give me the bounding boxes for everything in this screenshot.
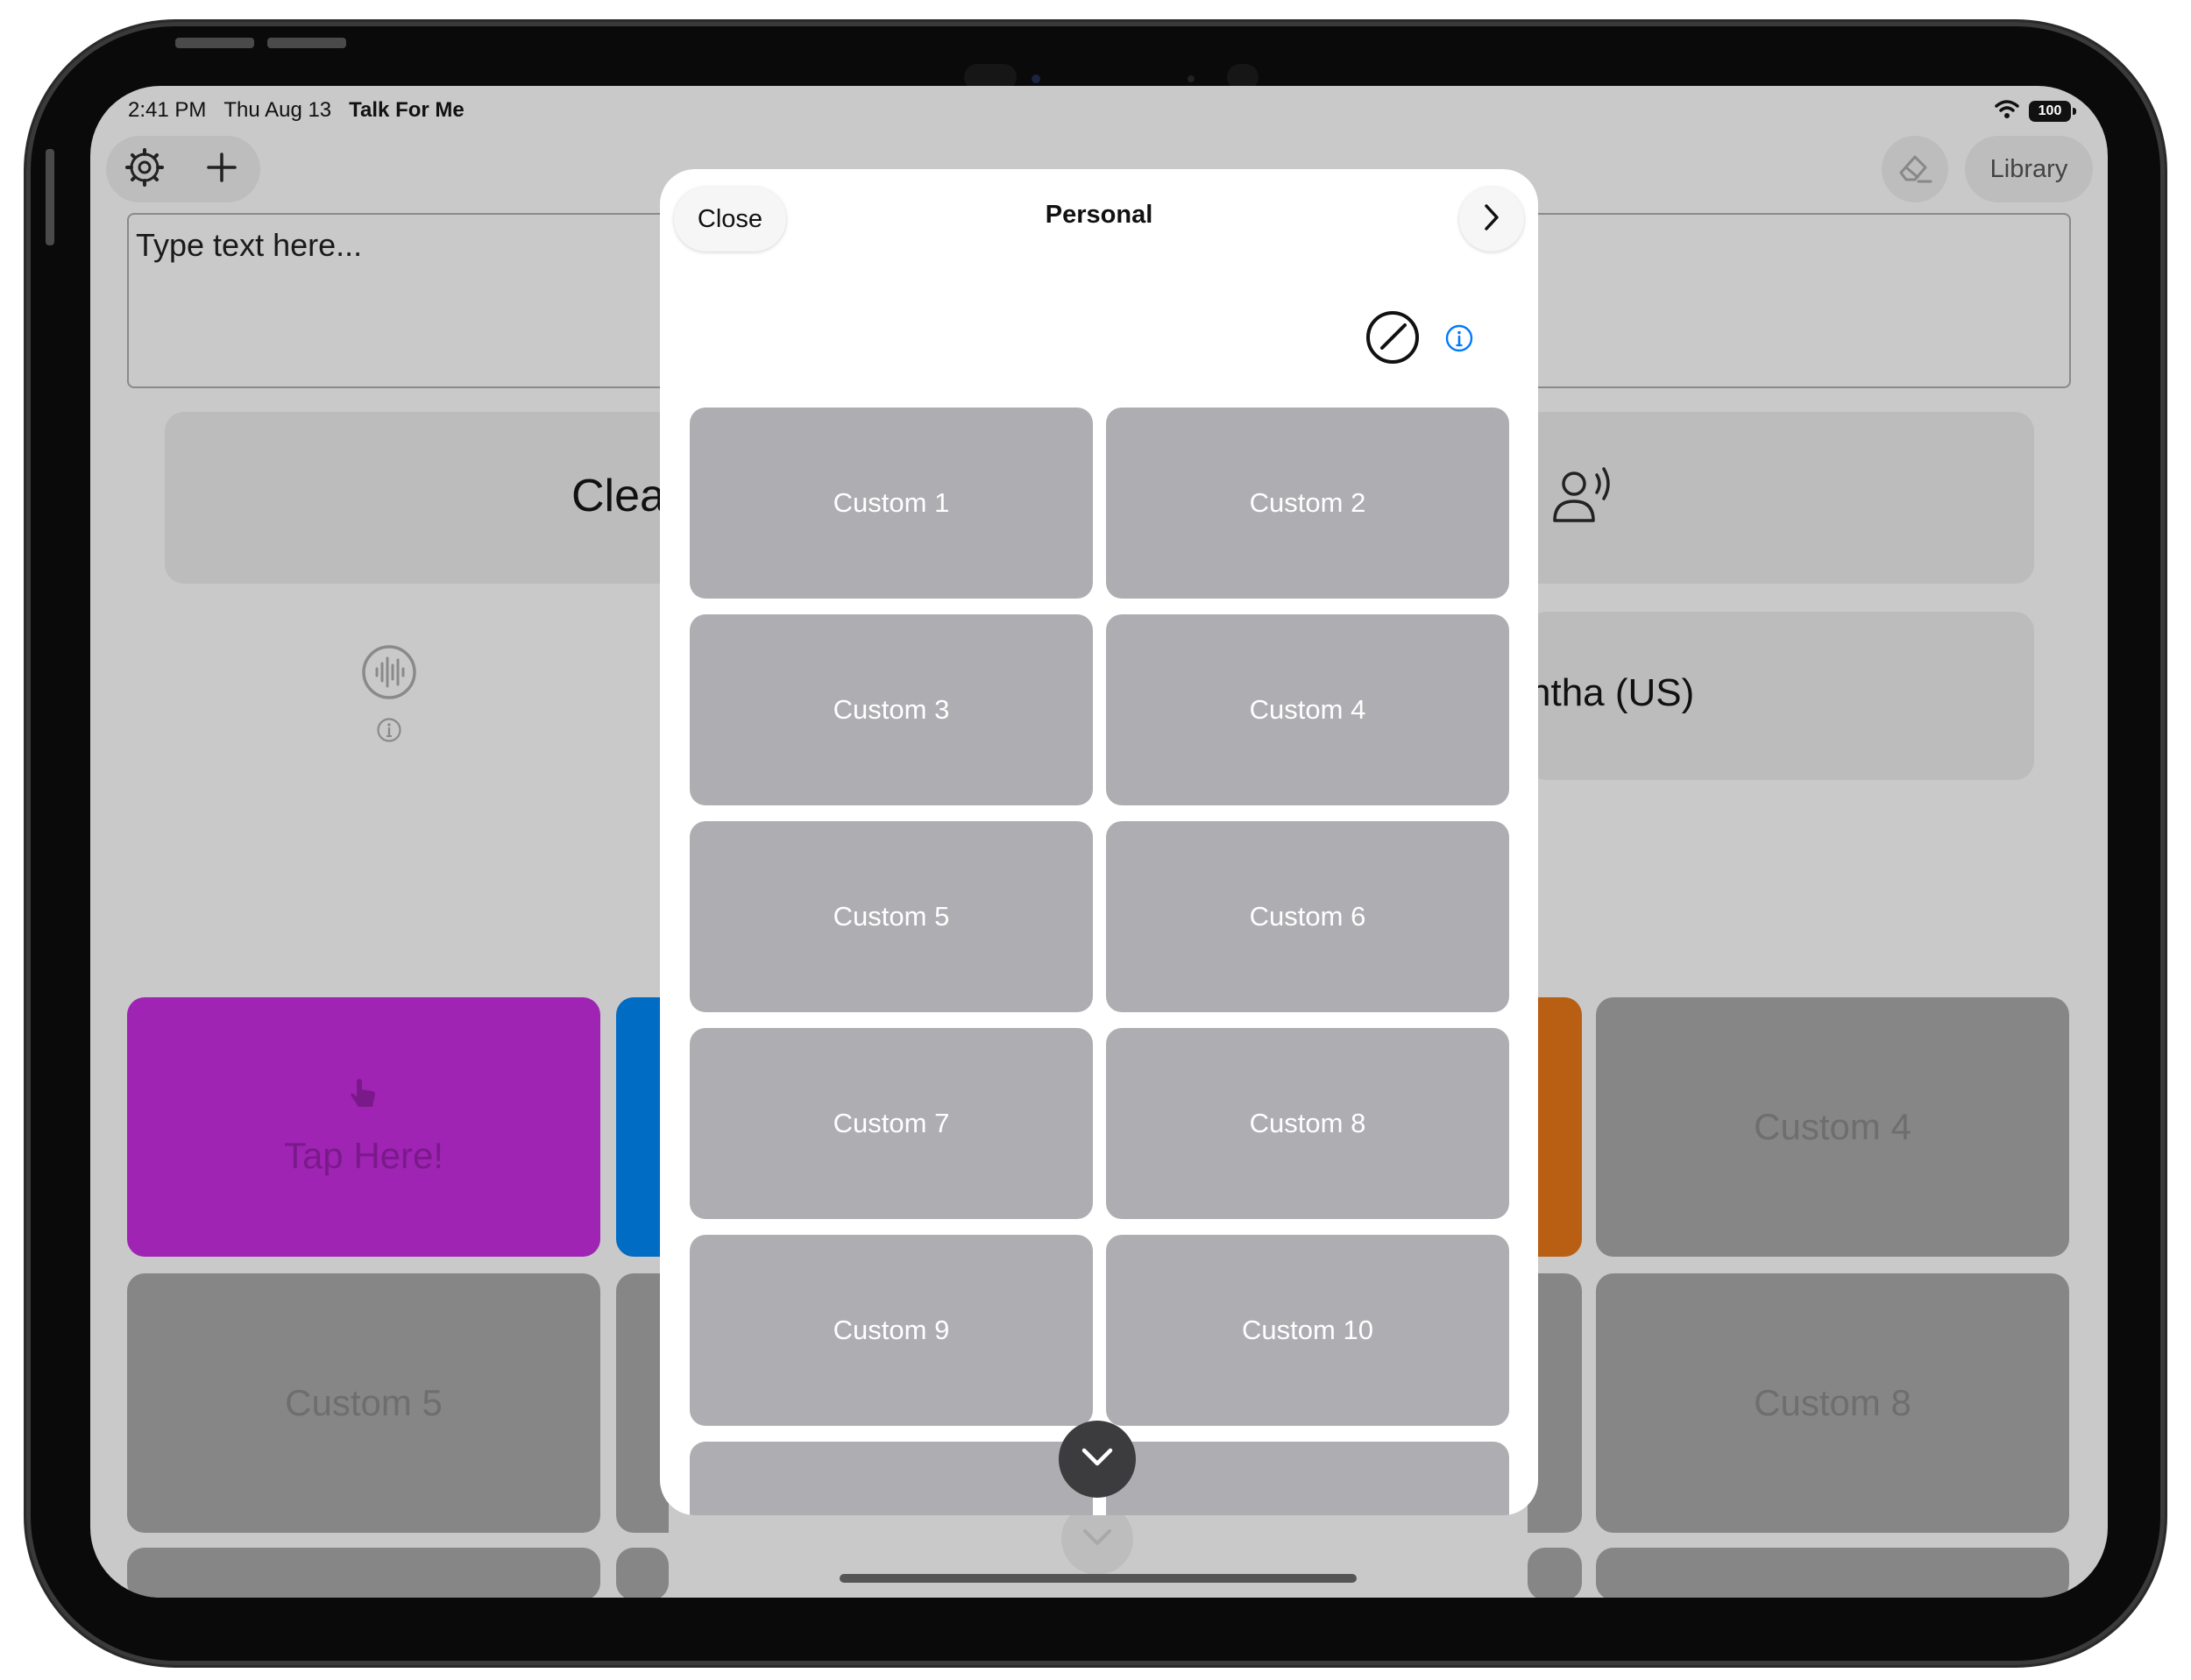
chevron-down-icon [1081,1448,1113,1471]
pencil-circle-icon [1365,309,1421,370]
library-button[interactable]: Library [1965,136,2093,202]
sensor-dot [1188,75,1195,82]
clear-button-label: Clea [571,471,665,521]
gear-icon [125,147,164,191]
status-app-name: Talk For Me [349,98,464,122]
tap-here-tile[interactable]: Tap Here! [127,997,600,1257]
wifi-icon [1994,98,2020,124]
gray-tile-partial[interactable] [1528,1548,1582,1598]
tile-label: Custom 6 [1249,901,1366,932]
tile-label: Custom 4 [1754,1106,1911,1147]
modal-title: Personal [1045,201,1153,229]
tile-label: Custom 8 [1754,1382,1911,1423]
status-bar: 2:41 PM Thu Aug 13 Talk For Me [128,98,464,123]
info-button[interactable] [1444,323,1474,358]
home-indicator[interactable] [840,1574,1357,1583]
tile-label: Custom 5 [833,901,950,932]
status-indicators: 100 [1994,98,2076,124]
tile-label: Custom 10 [1242,1315,1373,1345]
info-icon[interactable] [376,717,402,748]
gray-tile-partial[interactable] [127,1548,600,1598]
text-input-placeholder: Type text here... [136,227,363,263]
custom-5-tile[interactable]: Custom 5 [690,821,1093,1012]
next-button[interactable] [1459,187,1524,252]
custom-4-tile[interactable]: Custom 4 [1596,997,2069,1257]
eraser-button[interactable] [1882,136,1948,202]
battery-icon: 100 [2029,100,2076,122]
eraser-icon [1896,150,1934,189]
tile-label: Custom 8 [1249,1108,1366,1138]
tile-label: Custom 3 [833,694,950,725]
front-camera [1032,74,1040,83]
custom-2-tile[interactable]: Custom 2 [1106,408,1509,599]
gray-tile-partial[interactable] [616,1548,669,1598]
power-button [46,149,54,245]
tile-label: Custom 5 [285,1382,443,1423]
voice-selector-label: ntha (US) [1529,671,1695,714]
custom-tile-partial[interactable] [1106,1442,1509,1515]
voice-selector[interactable]: ntha (US) [1528,612,2034,780]
add-button[interactable] [195,143,248,195]
custom-tile-partial[interactable] [690,1442,1093,1515]
tile-label: Custom 1 [833,487,950,518]
info-icon [1444,323,1474,358]
tile-label: Custom 9 [833,1315,950,1345]
scroll-down-button[interactable] [1059,1421,1136,1498]
custom-4-tile[interactable]: Custom 4 [1106,614,1509,805]
volume-button [267,38,346,48]
edit-button[interactable] [1365,309,1421,370]
tile-label: Custom 2 [1249,487,1366,518]
personal-modal: Close Personal Custom 1 Custom 2 Custom … [660,169,1538,1515]
tile-label: Custom 7 [833,1108,950,1138]
toolbar-left-group [106,136,260,202]
tile-label: Tap Here! [283,1135,444,1176]
screen: 2:41 PM Thu Aug 13 Talk For Me 100 Libra… [90,86,2108,1598]
custom-5-tile[interactable]: Custom 5 [127,1273,600,1533]
custom-3-tile[interactable]: Custom 3 [690,614,1093,805]
custom-8-tile[interactable]: Custom 8 [1106,1028,1509,1219]
custom-9-tile[interactable]: Custom 9 [690,1235,1093,1426]
person-speaking-icon [1549,466,1616,530]
custom-7-tile[interactable]: Custom 7 [690,1028,1093,1219]
chevron-right-icon [1483,203,1500,236]
gray-tile-partial[interactable] [1596,1548,2069,1598]
settings-button[interactable] [118,143,171,195]
custom-10-tile[interactable]: Custom 10 [1106,1235,1509,1426]
status-time: 2:41 PM [128,98,207,122]
chevron-down-icon [1082,1528,1112,1550]
custom-8-tile[interactable]: Custom 8 [1596,1273,2069,1533]
tile-label: Custom 4 [1249,694,1366,725]
volume-button [175,38,254,48]
status-date: Thu Aug 13 [223,98,332,122]
custom-1-tile[interactable]: Custom 1 [690,408,1093,599]
hand-pointer-icon [348,1077,379,1121]
custom-6-tile[interactable]: Custom 6 [1106,821,1509,1012]
plus-icon [206,152,238,188]
waveform-icon[interactable] [361,644,417,705]
